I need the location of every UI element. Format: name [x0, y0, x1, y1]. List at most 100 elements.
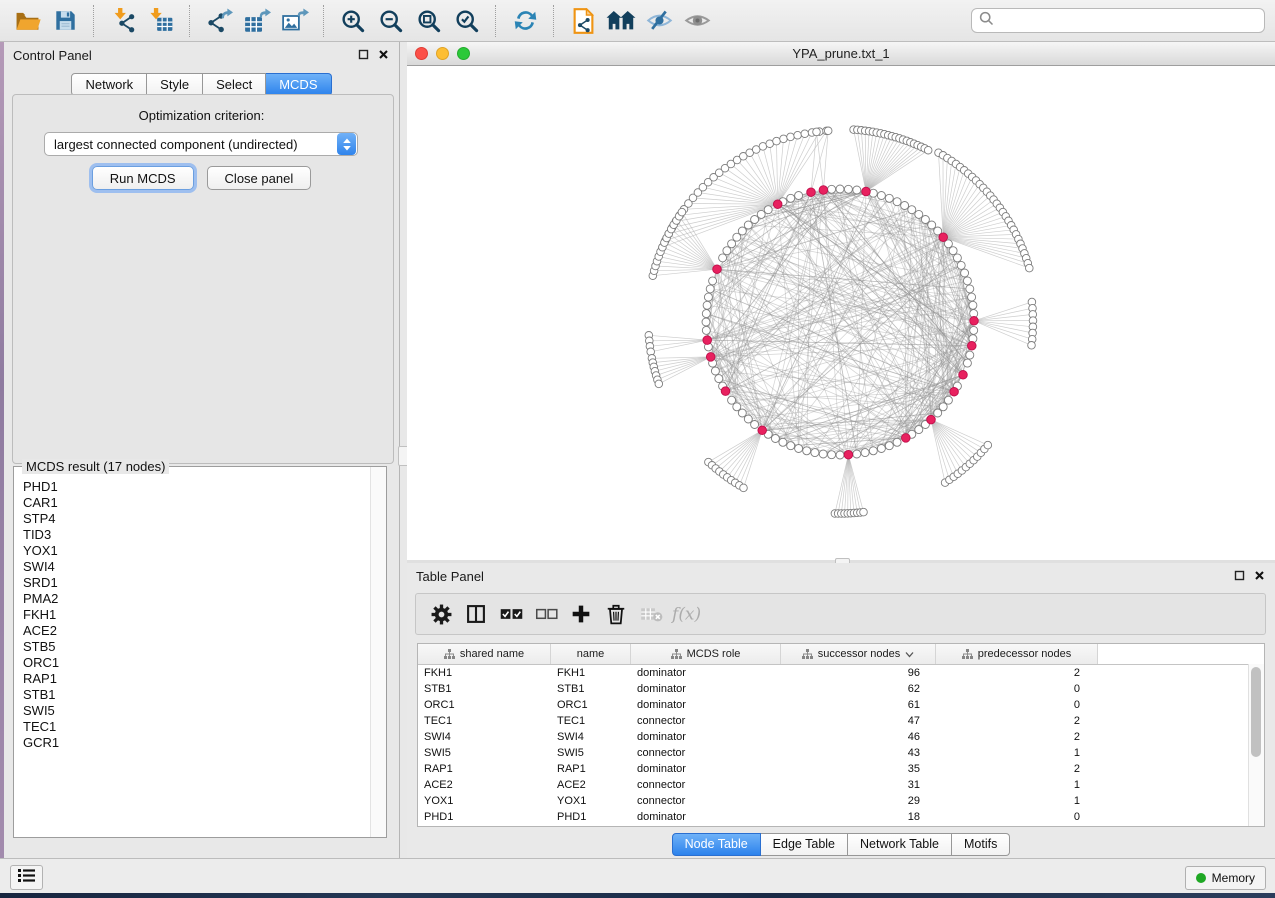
table-row[interactable]: FKH1FKH1dominator962 — [418, 665, 1264, 681]
mcds-result-scrollbar[interactable] — [370, 467, 386, 837]
table-cell: ACE2 — [418, 777, 551, 793]
optimization-criterion-select[interactable]: largest connected component (undirected) — [44, 132, 358, 156]
import-table-icon[interactable] — [144, 5, 178, 37]
mcds-result-item[interactable]: ACE2 — [23, 623, 370, 639]
settings-gear-icon[interactable] — [426, 597, 456, 631]
table-panel: Table Panel f(x) shared namenameMCDS rol… — [407, 563, 1275, 858]
toolbar-separator — [553, 5, 555, 37]
control-panel-tabs: NetworkStyleSelectMCDS — [4, 73, 399, 96]
vertical-splitter[interactable] — [400, 42, 407, 858]
mcds-result-item[interactable]: GCR1 — [23, 735, 370, 751]
memory-button[interactable]: Memory — [1185, 866, 1266, 890]
mcds-result-item[interactable]: CAR1 — [23, 495, 370, 511]
table-row[interactable]: PHD1PHD1dominator180 — [418, 809, 1264, 825]
close-panel-icon[interactable] — [1254, 570, 1265, 581]
zoom-selected-icon[interactable] — [450, 5, 484, 37]
table-row[interactable]: TEC1TEC1connector472 — [418, 713, 1264, 729]
close-panel-icon[interactable] — [378, 49, 389, 60]
tab-network[interactable]: Network — [71, 73, 147, 96]
table-cell: connector — [631, 777, 781, 793]
table-cell: 1 — [936, 793, 1098, 809]
table-row[interactable]: ACE2ACE2connector311 — [418, 777, 1264, 793]
node-table-scrollbar[interactable] — [1248, 664, 1264, 826]
mcds-result-item[interactable]: STB5 — [23, 639, 370, 655]
column-layout-icon[interactable] — [461, 597, 491, 631]
task-history-button[interactable] — [10, 865, 43, 890]
table-cell: ORC1 — [418, 697, 551, 713]
zoom-in-icon[interactable] — [336, 5, 370, 37]
mcds-result-item[interactable]: PHD1 — [23, 479, 370, 495]
float-panel-icon[interactable] — [358, 49, 369, 60]
mcds-result-item[interactable]: PMA2 — [23, 591, 370, 607]
add-row-icon[interactable] — [566, 597, 596, 631]
mcds-result-item[interactable]: TID3 — [23, 527, 370, 543]
sort-desc-icon[interactable] — [905, 651, 914, 658]
mcds-result-item[interactable]: SRD1 — [23, 575, 370, 591]
table-cell: 0 — [936, 681, 1098, 697]
tab-mcds[interactable]: MCDS — [266, 73, 331, 96]
node-table-body: FKH1FKH1dominator962STB1STB1dominator620… — [418, 665, 1264, 825]
column-header-MCDS-role[interactable]: MCDS role — [631, 644, 781, 664]
table-cell: ACE2 — [551, 777, 631, 793]
column-header-name[interactable]: name — [551, 644, 631, 664]
delete-row-trash-icon[interactable] — [601, 597, 631, 631]
save-session-icon[interactable] — [48, 5, 82, 37]
export-table-icon[interactable] — [240, 5, 274, 37]
mcds-result-list[interactable]: PHD1CAR1STP4TID3YOX1SWI4SRD1PMA2FKH1ACE2… — [15, 471, 370, 836]
mcds-result-item[interactable]: YOX1 — [23, 543, 370, 559]
column-header-predecessor-nodes[interactable]: predecessor nodes — [936, 644, 1098, 664]
search-box[interactable] — [971, 8, 1265, 33]
column-header-label: name — [577, 648, 605, 660]
table-row[interactable]: SWI5SWI5connector431 — [418, 745, 1264, 761]
mcds-result-item[interactable]: RAP1 — [23, 671, 370, 687]
toolbar-separator — [323, 5, 325, 37]
tab-motifs[interactable]: Motifs — [952, 833, 1010, 856]
zoom-out-icon[interactable] — [374, 5, 408, 37]
table-row[interactable]: YOX1YOX1connector291 — [418, 793, 1264, 809]
select-all-check-icon[interactable] — [496, 597, 526, 631]
export-image-icon[interactable] — [278, 5, 312, 37]
network-document-icon[interactable] — [566, 5, 600, 37]
mcds-result-item[interactable]: TEC1 — [23, 719, 370, 735]
column-header-successor-nodes[interactable]: successor nodes — [781, 644, 936, 664]
table-row[interactable]: RAP1RAP1dominator352 — [418, 761, 1264, 777]
status-bar: Memory — [0, 858, 1275, 893]
tab-node-table[interactable]: Node Table — [672, 833, 761, 856]
import-network-icon[interactable] — [106, 5, 140, 37]
search-input[interactable] — [994, 12, 1257, 29]
table-row[interactable]: STB1STB1dominator620 — [418, 681, 1264, 697]
cytoscape-window: Control Panel NetworkStyleSelectMCDS Opt… — [0, 0, 1275, 898]
network-view-canvas[interactable] — [407, 66, 1275, 560]
deselect-all-icon[interactable] — [531, 597, 561, 631]
tab-style[interactable]: Style — [147, 73, 203, 96]
network-window-titlebar[interactable]: YPA_prune.txt_1 — [407, 42, 1275, 66]
mcds-result-item[interactable]: ORC1 — [23, 655, 370, 671]
refresh-layout-icon[interactable] — [508, 5, 542, 37]
zoom-fit-icon[interactable] — [412, 5, 446, 37]
tab-network-table[interactable]: Network Table — [848, 833, 952, 856]
open-file-icon[interactable] — [10, 5, 44, 37]
mcds-result-item[interactable]: SWI4 — [23, 559, 370, 575]
hide-selected-eye-icon[interactable] — [642, 5, 676, 37]
table-row[interactable]: ORC1ORC1dominator610 — [418, 697, 1264, 713]
run-mcds-button[interactable]: Run MCDS — [92, 166, 194, 190]
table-cell: STB1 — [551, 681, 631, 697]
table-row[interactable]: SWI4SWI4dominator462 — [418, 729, 1264, 745]
node-table-scrollbar-thumb[interactable] — [1251, 667, 1261, 757]
column-header-label: predecessor nodes — [978, 648, 1072, 660]
tab-select[interactable]: Select — [203, 73, 266, 96]
close-panel-button[interactable]: Close panel — [207, 166, 312, 190]
float-panel-icon[interactable] — [1234, 570, 1245, 581]
mcds-result-item[interactable]: STB1 — [23, 687, 370, 703]
network-graph-svg[interactable] — [407, 66, 1275, 560]
optimization-criterion-value: largest connected component (undirected) — [45, 137, 337, 152]
mcds-result-item[interactable]: FKH1 — [23, 607, 370, 623]
control-panel-title: Control Panel — [13, 48, 92, 63]
export-network-icon[interactable] — [202, 5, 236, 37]
column-header-shared-name[interactable]: shared name — [418, 644, 551, 664]
table-cell: 96 — [781, 665, 936, 681]
first-neighbors-houses-icon[interactable] — [604, 5, 638, 37]
mcds-result-item[interactable]: STP4 — [23, 511, 370, 527]
tab-edge-table[interactable]: Edge Table — [761, 833, 848, 856]
mcds-result-item[interactable]: SWI5 — [23, 703, 370, 719]
